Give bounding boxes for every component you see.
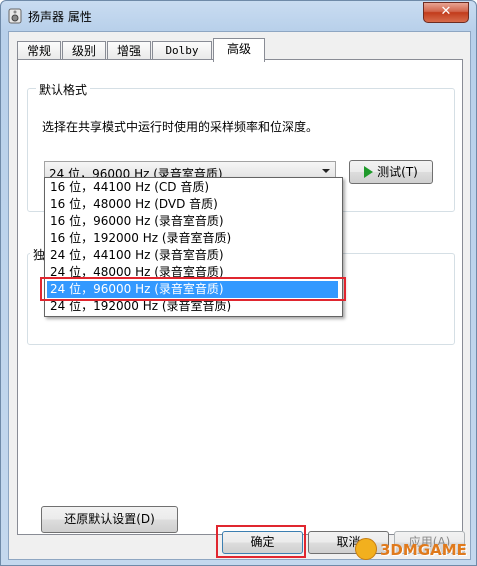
tab-advanced[interactable]: 高级 [213, 38, 265, 62]
window-title: 扬声器 属性 [28, 10, 92, 24]
title-bar[interactable]: 扬声器 属性 ✕ [1, 1, 476, 31]
dropdown-option[interactable]: 16 位，48000 Hz (DVD 音质) [47, 196, 338, 213]
watermark-text: 3DMGAME [380, 541, 467, 559]
chevron-down-icon [322, 169, 330, 173]
close-icon: ✕ [440, 4, 452, 19]
dropdown-option[interactable]: 16 位，96000 Hz (录音室音质) [47, 213, 338, 230]
default-format-description: 选择在共享模式中运行时使用的采样频率和位深度。 [42, 120, 319, 134]
dropdown-option[interactable]: 16 位，192000 Hz (录音室音质) [47, 230, 338, 247]
restore-defaults-button[interactable]: 还原默认设置(D) [41, 506, 178, 533]
dropdown-option[interactable]: 24 位，192000 Hz (录音室音质) [47, 298, 338, 315]
play-icon [364, 166, 374, 178]
dropdown-option[interactable]: 16 位，44100 Hz (CD 音质) [47, 179, 338, 196]
watermark-logo-icon [355, 538, 377, 560]
test-button[interactable]: 测试(T) [349, 160, 433, 184]
tab-general[interactable]: 常规 [17, 41, 61, 61]
tab-dolby[interactable]: Dolby [152, 41, 212, 61]
sample-format-dropdown[interactable]: 16 位，44100 Hz (CD 音质) 16 位，48000 Hz (DVD… [44, 177, 343, 317]
ok-button[interactable]: 确定 [222, 531, 303, 554]
tab-enhancements[interactable]: 增强 [107, 41, 151, 61]
close-button[interactable]: ✕ [423, 2, 469, 23]
tab-levels[interactable]: 级别 [62, 41, 106, 61]
dropdown-option[interactable]: 24 位，44100 Hz (录音室音质) [47, 247, 338, 264]
dropdown-option-selected[interactable]: 24 位，96000 Hz (录音室音质) [47, 281, 338, 298]
speaker-icon [8, 8, 22, 24]
test-button-label: 测试(T) [377, 165, 418, 179]
watermark: 3DMGAME [355, 538, 467, 560]
default-format-label: 默认格式 [36, 81, 91, 98]
dropdown-option[interactable]: 24 位，48000 Hz (录音室音质) [47, 264, 338, 281]
